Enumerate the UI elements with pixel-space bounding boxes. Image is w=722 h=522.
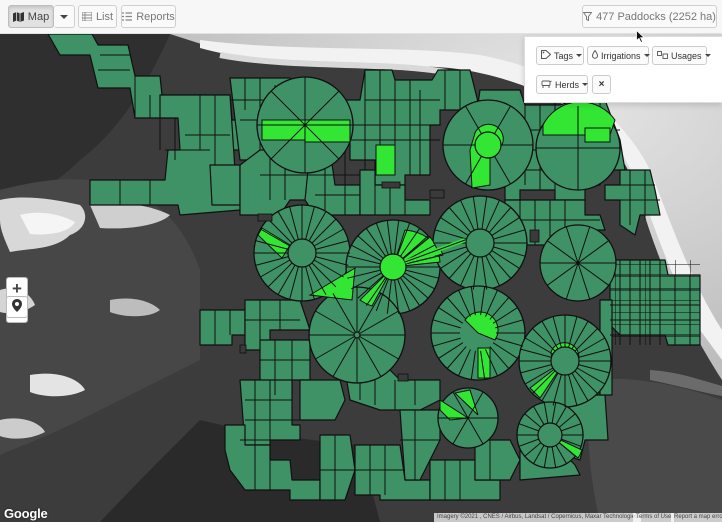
paddocks-count-label: 477 Paddocks (2252 ha) <box>596 10 716 23</box>
filter-icon <box>583 12 593 21</box>
herds-filter-button[interactable]: Herds <box>536 75 589 94</box>
google-logo: Google <box>4 506 48 521</box>
usages-icon <box>657 50 668 61</box>
herd-icon <box>541 80 552 90</box>
chevron-down-icon <box>582 83 589 86</box>
top-toolbar: Map List Reports 477 Paddocks (2252 ha) <box>0 0 722 34</box>
chevron-down-icon <box>643 54 650 57</box>
terms-link[interactable]: Terms of Use <box>633 513 675 522</box>
usages-filter-label: Usages <box>671 50 702 61</box>
tag-icon <box>541 50 552 61</box>
mouse-cursor-icon <box>636 29 645 46</box>
paddocks-filter-button[interactable]: 477 Paddocks (2252 ha) <box>582 5 717 28</box>
location-pin-icon <box>12 298 22 316</box>
list-view-label: List <box>95 10 114 23</box>
my-location-button[interactable] <box>6 296 28 318</box>
chevron-down-icon <box>576 54 583 57</box>
satellite-map[interactable]: + − Google Imagery ©2021 , CNES / Airbus… <box>0 34 722 522</box>
map-view-dropdown-button[interactable] <box>54 5 75 28</box>
usages-filter-button[interactable]: Usages <box>652 46 711 65</box>
filter-panel: Tags Irrigations Usages Herds × <box>524 36 722 103</box>
list-icon <box>81 12 92 21</box>
droplet-icon <box>591 49 599 61</box>
reports-button[interactable]: Reports <box>121 5 176 28</box>
irrigations-filter-button[interactable]: Irrigations <box>587 46 650 65</box>
reports-icon <box>122 12 133 21</box>
map-canvas <box>0 34 722 522</box>
irrigations-filter-label: Irrigations <box>601 50 641 61</box>
map-icon <box>12 11 24 22</box>
reports-label: Reports <box>136 10 175 23</box>
tags-filter-button[interactable]: Tags <box>536 46 584 65</box>
clear-filters-button[interactable]: × <box>592 75 611 94</box>
chevron-down-icon <box>704 54 711 57</box>
list-view-button[interactable]: List <box>78 5 117 28</box>
map-view-label: Map <box>27 10 50 23</box>
tags-filter-label: Tags <box>554 50 574 61</box>
report-map-error-link[interactable]: Report a map error <box>671 513 722 522</box>
herds-filter-label: Herds <box>555 79 580 90</box>
imagery-attribution: Imagery ©2021 , CNES / Airbus, Landsat /… <box>434 513 642 522</box>
chevron-down-icon <box>60 14 68 19</box>
map-view-button[interactable]: Map <box>8 5 54 28</box>
